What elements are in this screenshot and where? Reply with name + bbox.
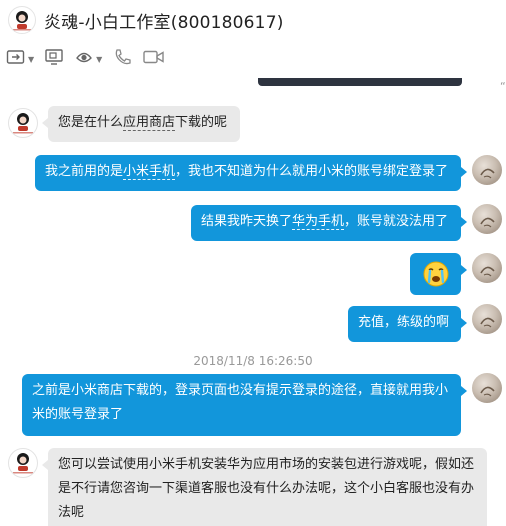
bubble-tail [461, 167, 467, 177]
message-text-line: 是不行请您咨询一下渠道客服也没有什么办法呢，这个小白客服也没有办 [58, 481, 475, 496]
screen-share-button[interactable] [42, 47, 66, 71]
outgoing-message-bubble[interactable]: 我之前用的是小米手机，我也不知道为什么就用小米的账号绑定登录了 [35, 155, 467, 191]
remote-assist-button[interactable]: ▼ [72, 47, 104, 71]
bubble-tail [461, 265, 467, 275]
message-text-line: 之前是小米商店下载的，登录页面也没有提示登录的途径，直接就用我小 [32, 383, 449, 398]
user-avatar[interactable] [472, 253, 502, 283]
message-text: ，账号就没法用了 [344, 214, 449, 229]
file-transfer-button[interactable]: ▼ [4, 47, 36, 71]
message-timestamp: 2018/11/8 16:26:50 [193, 354, 313, 368]
incoming-message-bubble[interactable]: 您是在什么应用商店下载的呢 [42, 106, 240, 142]
chat-message-area[interactable]: “ 您是在什么应用商店下载的呢 我之前用的是小米手机，我也不知道为什么就用小米的… [0, 78, 506, 526]
message-text: 结果我昨天换了 [201, 214, 293, 229]
user-avatar[interactable] [472, 155, 502, 185]
contact-avatar[interactable] [8, 6, 36, 34]
bubble-tail [461, 318, 467, 328]
outgoing-emoji-bubble[interactable] [410, 253, 467, 295]
chat-toolbar: ▼ ▼ [4, 46, 168, 72]
phone-icon [112, 48, 132, 70]
user-avatar[interactable] [472, 373, 502, 403]
chevron-down-icon: ▼ [96, 54, 103, 64]
message-text-line: 您可以尝试使用小米手机安装华为应用市场的安装包进行游戏呢，假如还 [58, 457, 475, 472]
incoming-message-bubble[interactable]: 您可以尝试使用小米手机安装华为应用市场的安装包进行游戏呢，假如还 是不行请您咨询… [42, 448, 487, 526]
bubble-tail [42, 118, 48, 128]
keyword-link[interactable]: 应用商店 [123, 115, 176, 131]
bubble-tail [461, 217, 467, 227]
keyword-link[interactable]: 小米手机 [123, 164, 176, 180]
video-call-icon [142, 48, 166, 70]
previous-image-message[interactable] [258, 78, 462, 86]
chat-title: 炎魂-小白工作室(800180617) [44, 13, 284, 33]
crying-face-emoji-icon [414, 260, 457, 288]
remote-assist-icon [74, 48, 94, 70]
message-text-line: 米的账号登录了 [32, 407, 124, 422]
bubble-tail [42, 460, 48, 470]
file-transfer-icon [6, 48, 26, 70]
chat-header: 炎魂-小白工作室(800180617) ▼ ▼ [0, 0, 506, 79]
message-text: 充值，练级的啊 [358, 315, 450, 330]
contact-avatar[interactable] [8, 448, 38, 478]
message-text: 我之前用的是 [45, 164, 124, 179]
screen-share-icon [44, 48, 64, 70]
chevron-down-icon: ▼ [28, 54, 35, 64]
user-avatar[interactable] [472, 304, 502, 334]
message-text: 您是在什么 [58, 115, 124, 130]
message-text: 下载的呢 [175, 115, 228, 130]
user-avatar[interactable] [472, 204, 502, 234]
bubble-tail [461, 386, 467, 396]
contact-avatar[interactable] [8, 108, 38, 138]
outgoing-message-bubble[interactable]: 充值，练级的啊 [348, 306, 467, 342]
quote-mark: “ [500, 80, 506, 93]
message-text-line: 法呢 [58, 505, 85, 520]
voice-call-button[interactable] [110, 47, 134, 71]
message-text: ，我也不知道为什么就用小米的账号绑定登录了 [175, 164, 449, 179]
video-call-button[interactable] [140, 47, 168, 71]
keyword-link[interactable]: 华为手机 [292, 214, 345, 230]
outgoing-message-bubble[interactable]: 之前是小米商店下载的，登录页面也没有提示登录的途径，直接就用我小 米的账号登录了 [22, 374, 467, 436]
outgoing-message-bubble[interactable]: 结果我昨天换了华为手机，账号就没法用了 [191, 205, 467, 241]
